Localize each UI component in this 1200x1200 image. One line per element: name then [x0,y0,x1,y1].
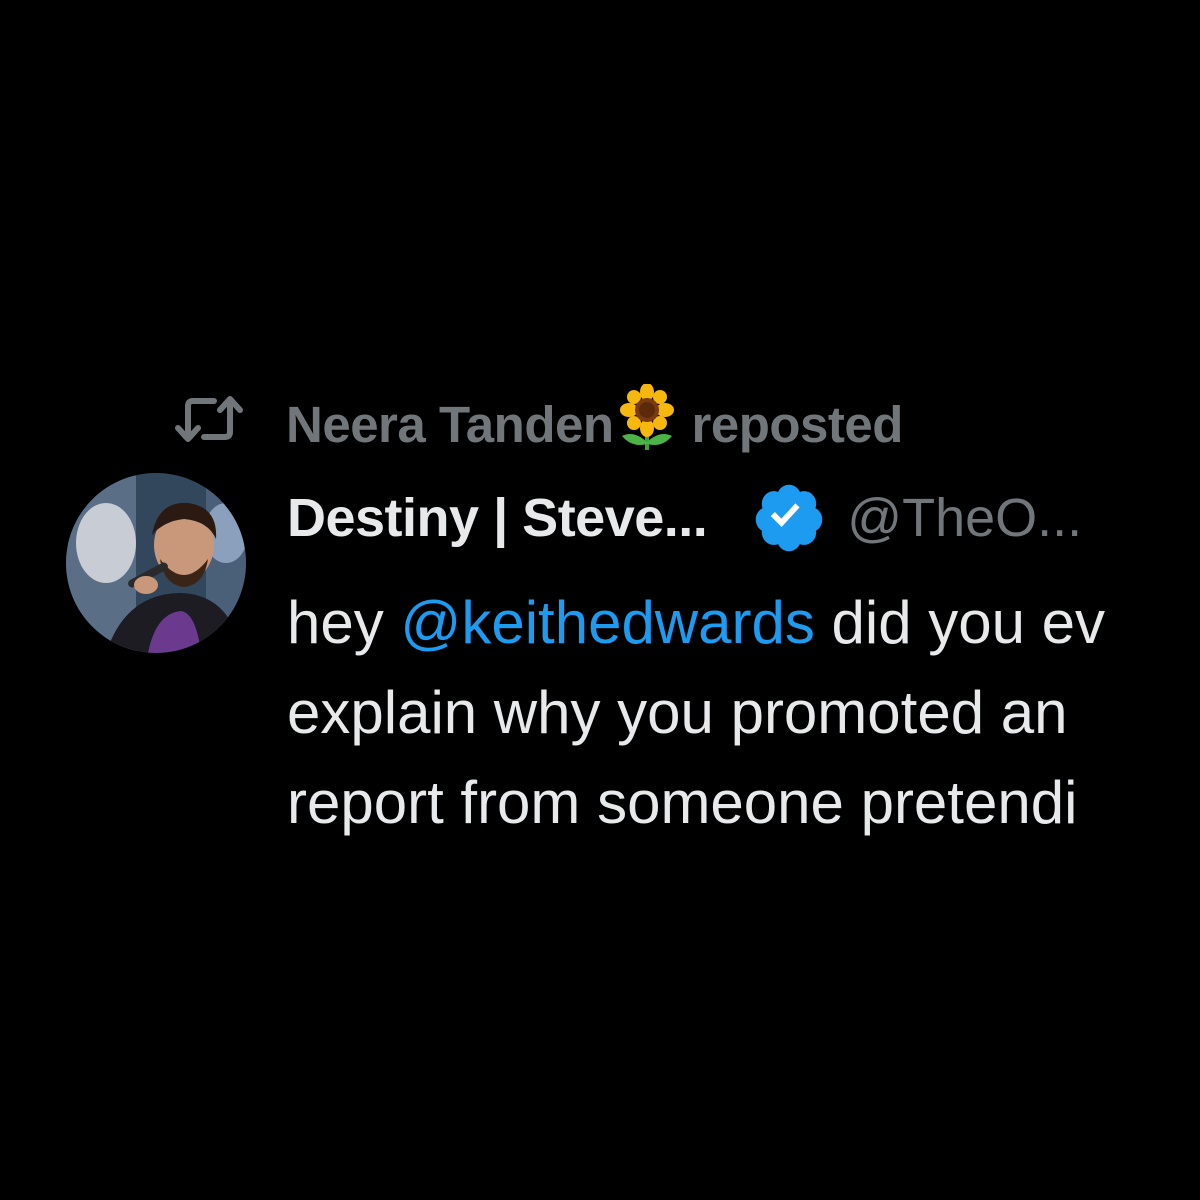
author-display-name[interactable]: Destiny | Steve... [287,487,708,549]
reposter-name[interactable]: Neera Tanden [286,396,614,453]
repost-icon [175,396,243,442]
sunflower-icon [619,384,674,450]
tweet-line-2: explain why you promoted an [287,679,1068,746]
verified-badge-icon[interactable] [751,480,827,556]
tweet-line-1: hey @keithedwards did you ev [287,578,1200,668]
repost-indicator[interactable]: Neera Tanden reposted [172,384,903,454]
avatar[interactable] [66,473,246,653]
tweet-header: Destiny | Steve... @TheO... [287,478,1082,558]
author-handle[interactable]: @TheO... [847,487,1082,549]
avatar-photo [66,473,246,653]
tweet-text-segment: hey [287,589,401,656]
reposted-label: reposted [691,396,904,453]
tweet-line-3: report from someone pretendi [287,769,1078,836]
tweet-body: hey @keithedwards did you ev explain why… [287,578,1200,848]
tweet-text-segment: did you ev [814,589,1106,656]
mention-link[interactable]: @keithedwards [400,589,814,656]
